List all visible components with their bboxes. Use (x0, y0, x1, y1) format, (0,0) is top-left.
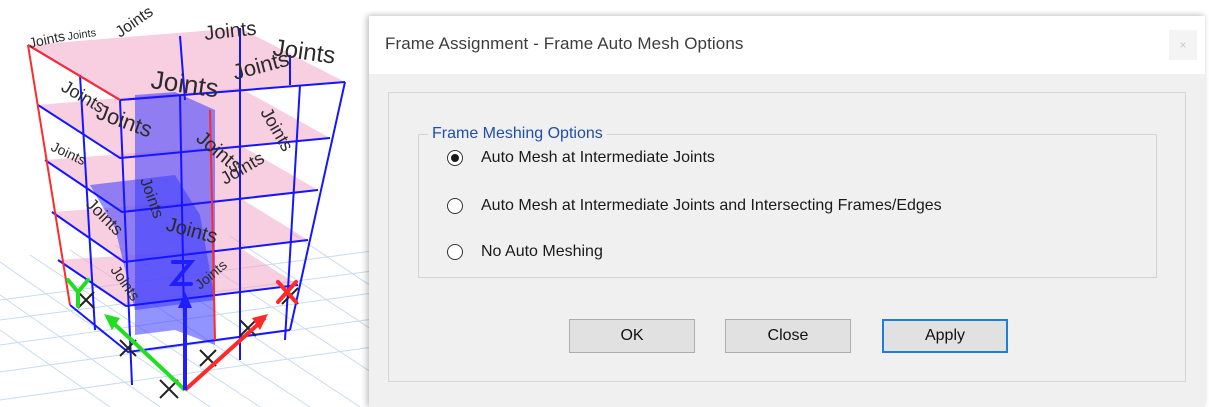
close-button[interactable]: Close (725, 319, 851, 353)
option-auto-mesh-joints-and-intersecting[interactable]: Auto Mesh at Intermediate Joints and Int… (447, 194, 942, 218)
group-title: Frame Meshing Options (428, 124, 607, 144)
dialog-title: Frame Assignment - Frame Auto Mesh Optio… (385, 34, 744, 53)
radio-button-selected[interactable] (447, 150, 463, 166)
screen: Joints Joints Joints Joints Joints Joint… (0, 0, 1209, 407)
dialog-titlebar[interactable]: Frame Assignment - Frame Auto Mesh Optio… (369, 16, 1205, 74)
radio-button[interactable] (447, 244, 463, 260)
option-auto-mesh-intermediate-joints[interactable]: Auto Mesh at Intermediate Joints (447, 146, 715, 170)
model-3d-view[interactable]: Joints Joints Joints Joints Joints Joint… (0, 0, 380, 407)
apply-button[interactable]: Apply (882, 319, 1008, 353)
option-label: Auto Mesh at Intermediate Joints (481, 149, 715, 166)
option-no-auto-meshing[interactable]: No Auto Meshing (447, 240, 603, 264)
option-label: No Auto Meshing (481, 243, 603, 260)
option-label: Auto Mesh at Intermediate Joints and Int… (481, 197, 942, 214)
radio-button[interactable] (447, 198, 463, 214)
close-window-button[interactable]: × (1169, 30, 1197, 60)
close-icon: × (1179, 38, 1187, 52)
model-viewport[interactable]: Joints Joints Joints Joints Joints Joint… (0, 0, 380, 407)
ok-button[interactable]: OK (569, 319, 695, 353)
frame-auto-mesh-dialog: Frame Assignment - Frame Auto Mesh Optio… (369, 16, 1205, 407)
